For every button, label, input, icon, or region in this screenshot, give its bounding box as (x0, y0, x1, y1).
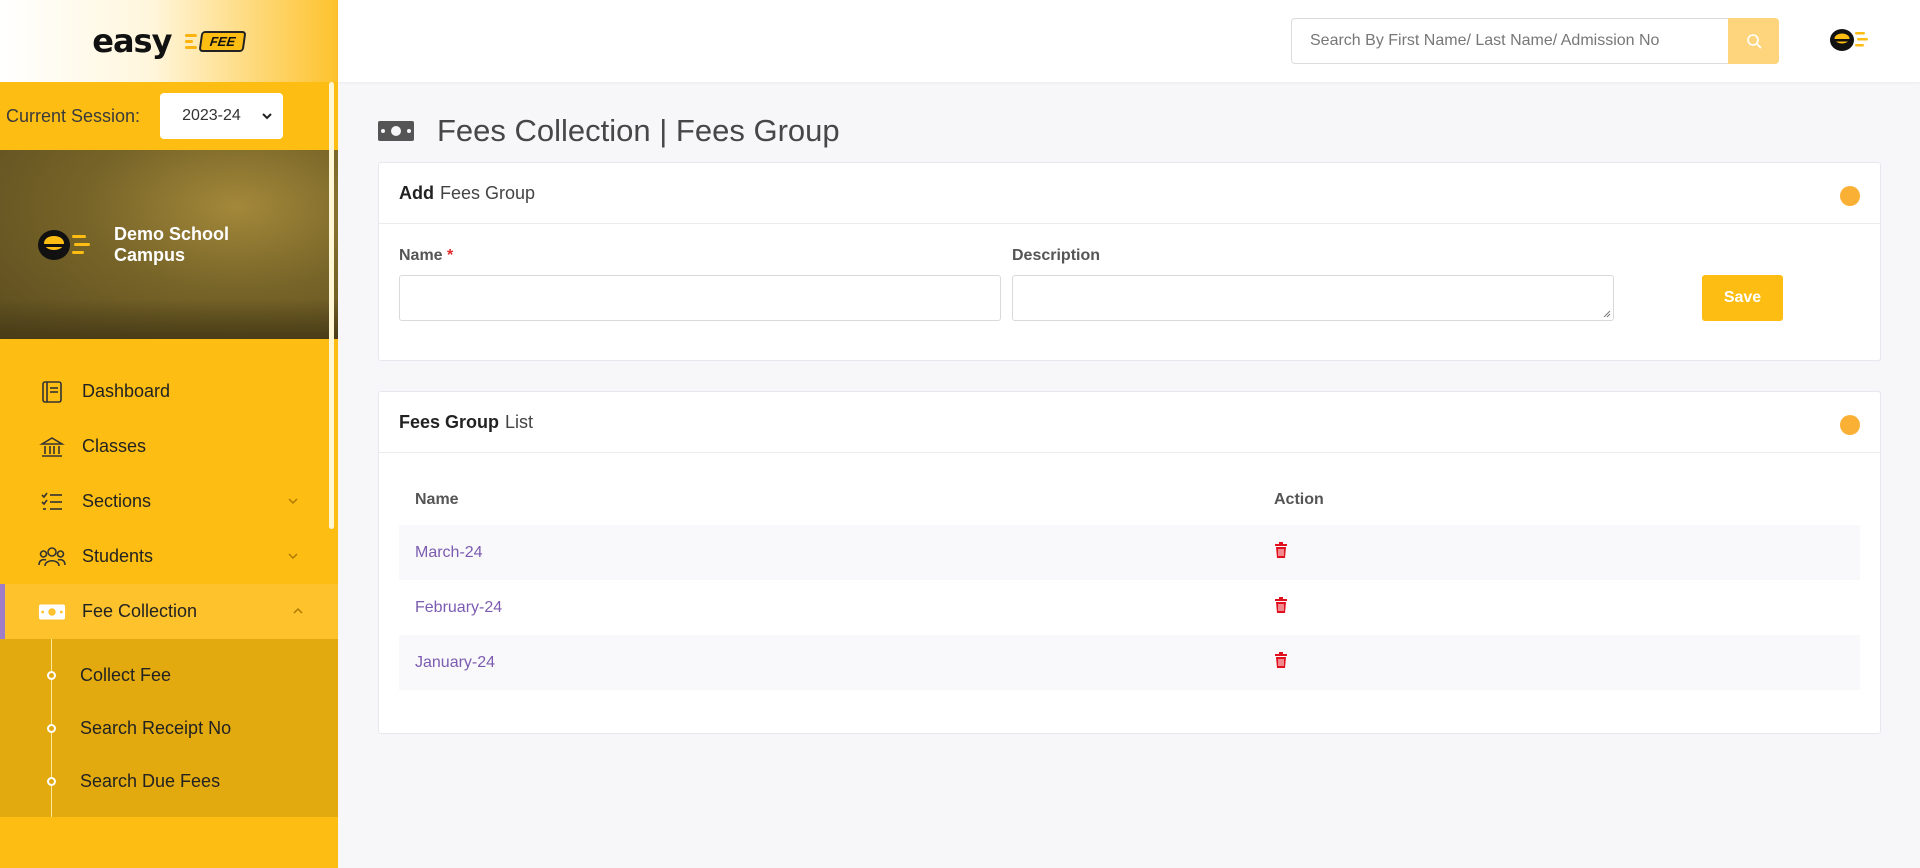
add-fees-group-form: Name * Description Save (379, 224, 1880, 361)
card-header-text: List (505, 411, 534, 432)
submenu-item-search-due-fees[interactable]: Search Due Fees (0, 755, 338, 808)
page-title-text: Fees Collection | Fees Group (437, 113, 840, 148)
sidebar-menu: Dashboard Classes Sections Students Fee … (0, 364, 338, 817)
money-icon (38, 598, 66, 626)
description-field[interactable] (1012, 275, 1614, 321)
students-icon (38, 543, 66, 571)
table-header: Name Action (399, 475, 1860, 525)
dashboard-icon (38, 378, 66, 406)
submenu-item-label: Search Due Fees (80, 771, 221, 791)
collapse-toggle[interactable] (1840, 415, 1860, 435)
sidebar-scrollbar[interactable] (329, 82, 334, 529)
trash-icon (1275, 597, 1287, 613)
add-fees-group-card: Add Fees Group Name * Description Save (378, 162, 1881, 361)
card-header: Fees Group List (379, 392, 1880, 453)
session-select[interactable]: 2023-24 (160, 93, 284, 139)
chevron-down-icon (288, 498, 298, 505)
submenu-item-label: Collect Fee (80, 665, 172, 685)
search-icon (1746, 34, 1762, 49)
card-header: Add Fees Group (379, 163, 1880, 224)
fee-collection-submenu: Collect Fee Search Receipt No Search Due… (0, 639, 338, 817)
campus-banner: Demo School Campus (0, 150, 338, 339)
classes-icon (38, 433, 66, 461)
logo-badge: FEE (185, 30, 248, 52)
sidebar-item-fee-collection[interactable]: Fee Collection (0, 584, 338, 639)
profile-logo-icon (1830, 29, 1868, 51)
collapse-toggle[interactable] (1840, 186, 1860, 206)
name-label-text: Name (399, 247, 443, 264)
card-header-bold: Add (399, 182, 434, 203)
topbar (338, 0, 1920, 82)
logo-text: easy (92, 22, 172, 60)
bullet-icon (47, 671, 56, 680)
speed-lines-icon (185, 33, 198, 49)
column-header-name: Name (415, 491, 459, 508)
bullet-icon (47, 724, 56, 733)
submenu-item-search-receipt[interactable]: Search Receipt No (0, 702, 338, 755)
chevron-down-icon (262, 113, 272, 120)
student-search-input[interactable] (1291, 18, 1729, 64)
submenu-item-label: Search Receipt No (80, 718, 232, 738)
fees-group-list-card: Fees Group List Name Action March-24 Feb… (378, 391, 1881, 734)
column-header-action: Action (1274, 491, 1324, 508)
session-selector: Current Session: 2023-24 (0, 82, 338, 150)
user-avatar[interactable] (1829, 24, 1869, 61)
delete-button[interactable] (1274, 652, 1288, 673)
trash-icon (1275, 542, 1287, 558)
name-field-label: Name * (399, 247, 453, 265)
sidebar-item-label: Sections (82, 491, 152, 511)
trash-icon (1275, 652, 1287, 668)
school-logo-icon (38, 229, 90, 260)
table-row: January-24 (399, 635, 1860, 690)
chevron-down-icon (288, 553, 298, 560)
sidebar-item-label: Dashboard (82, 381, 171, 401)
delete-button[interactable] (1274, 597, 1288, 618)
save-button[interactable]: Save (1702, 275, 1783, 321)
fees-group-table: Name Action March-24 February-24 January… (379, 453, 1880, 690)
sidebar-item-label: Classes (82, 436, 147, 456)
campus-name: Demo School Campus (114, 223, 230, 265)
money-icon (378, 121, 414, 141)
required-mark: * (447, 247, 454, 264)
resize-handle-icon[interactable] (1603, 310, 1611, 318)
card-header-bold: Fees Group (399, 411, 500, 432)
session-value: 2023-24 (182, 107, 241, 124)
chevron-up-icon (293, 607, 303, 614)
delete-button[interactable] (1274, 542, 1288, 563)
name-field[interactable] (399, 275, 1001, 321)
brand-logo[interactable]: easy FEE (0, 0, 338, 82)
bullet-icon (47, 777, 56, 786)
submenu-item-collect-fee[interactable]: Collect Fee (0, 649, 338, 702)
fees-group-name-link[interactable]: March-24 (399, 544, 1274, 562)
sidebar: easy FEE Current Session: 2023-24 Demo S… (0, 0, 338, 868)
sidebar-item-sections[interactable]: Sections (0, 474, 338, 529)
fees-group-name-link[interactable]: February-24 (399, 599, 1274, 617)
session-label: Current Session: (6, 105, 141, 126)
page-title: Fees Collection | Fees Group (377, 113, 840, 149)
sidebar-item-label: Students (82, 546, 154, 566)
description-field-label: Description (1012, 247, 1101, 264)
sidebar-item-label: Fee Collection (82, 601, 198, 621)
fees-group-name-link[interactable]: January-24 (399, 654, 1274, 672)
table-row: March-24 (399, 525, 1860, 580)
sidebar-item-classes[interactable]: Classes (0, 419, 338, 474)
sidebar-item-students[interactable]: Students (0, 529, 338, 584)
search-button[interactable] (1728, 18, 1779, 64)
sections-icon (38, 488, 66, 516)
table-row: February-24 (399, 580, 1860, 635)
logo-badge-text: FEE (198, 30, 248, 52)
sidebar-item-dashboard[interactable]: Dashboard (0, 364, 338, 419)
card-header-text: Fees Group (440, 182, 536, 203)
